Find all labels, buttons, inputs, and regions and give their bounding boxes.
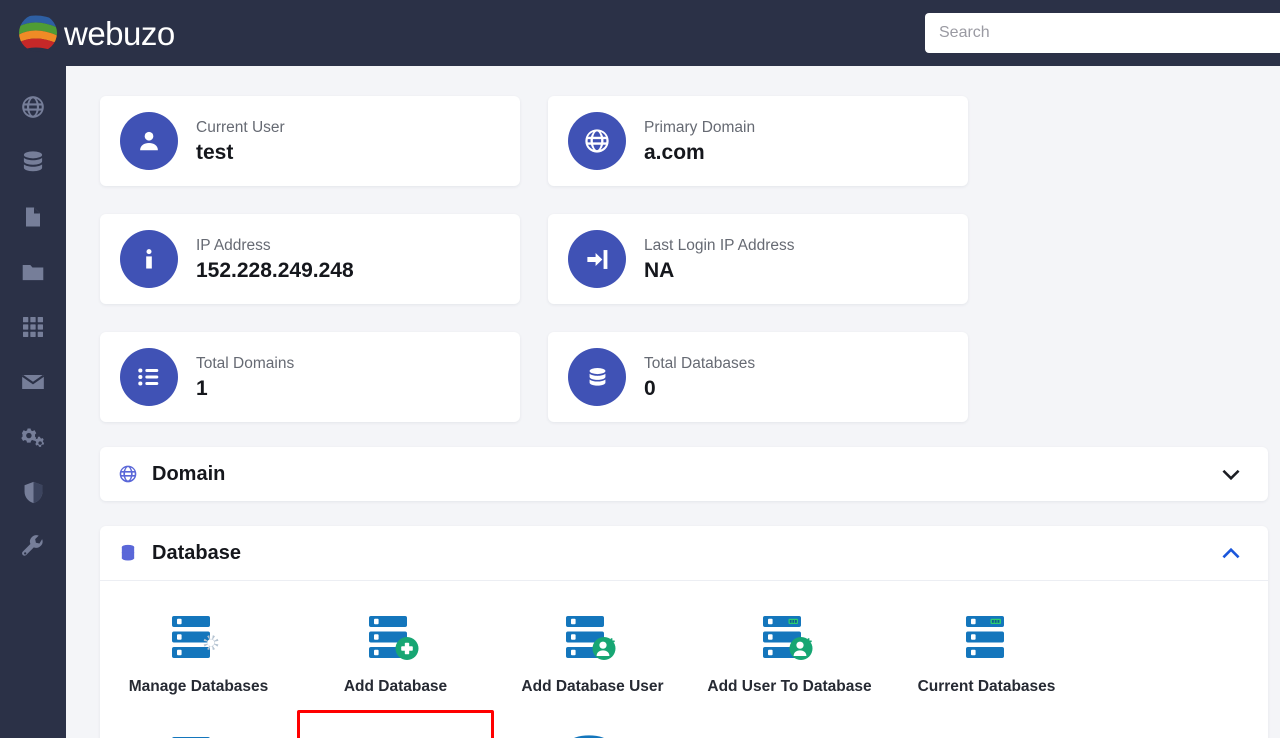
sidebar-item-tools[interactable]: [0, 522, 66, 577]
stat-card-value: 1: [196, 375, 294, 402]
info-icon: [120, 230, 178, 288]
tile-current-database-users[interactable]: Current Database Users: [100, 710, 297, 738]
list-icon: [120, 348, 178, 406]
tile-add-database[interactable]: Add Database: [297, 589, 494, 710]
tile-label: Add Database: [344, 676, 447, 697]
panel-title: Database: [152, 542, 1218, 565]
stat-card-value: NA: [644, 257, 795, 284]
stat-card-value: 152.228.249.248: [196, 257, 354, 284]
globe-icon: [20, 94, 46, 125]
envelope-icon: [20, 369, 46, 400]
gears-icon: [20, 424, 46, 455]
panel-database: Database: [100, 526, 1268, 738]
database-icon: [118, 543, 138, 563]
sidebar-item-database[interactable]: [0, 137, 66, 192]
database-icon: [20, 149, 46, 180]
panel-title: Domain: [152, 463, 1218, 486]
user-icon: [120, 112, 178, 170]
stat-card-value: test: [196, 139, 285, 166]
database-icon: [568, 348, 626, 406]
database-plug-icon: [562, 729, 624, 738]
stat-card-label: IP Address: [196, 234, 354, 257]
tile-label: Current Databases: [918, 676, 1056, 697]
database-tile-grid: Manage Databases: [100, 589, 1268, 738]
stat-card-primary-domain: Primary Domain a.com: [548, 96, 968, 186]
tile-manage-databases[interactable]: Manage Databases: [100, 589, 297, 710]
stat-card-total-databases: Total Databases 0: [548, 332, 968, 422]
stat-card-label: Total Databases: [644, 352, 755, 375]
stat-card-total-domains: Total Domains 1: [100, 332, 520, 422]
server-icon: [956, 608, 1018, 666]
stat-card-last-login-ip: Last Login IP Address NA: [548, 214, 968, 304]
stat-card-label: Current User: [196, 116, 285, 139]
tile-add-database-user[interactable]: Add Database User: [494, 589, 691, 710]
sidebar-item-apps[interactable]: [0, 302, 66, 357]
server-gear-icon: [168, 608, 230, 666]
login-arrow-icon: [568, 230, 626, 288]
search-input[interactable]: [925, 13, 1280, 53]
tile-current-databases[interactable]: Current Databases: [888, 589, 1085, 710]
server-user-icon: [168, 729, 230, 738]
chevron-down-icon[interactable]: [1218, 461, 1244, 487]
globe-icon: [568, 112, 626, 170]
tile-label: Add Database User: [521, 676, 663, 697]
webuzo-globe-logo-icon: [16, 11, 60, 55]
sidebar-item-email[interactable]: [0, 357, 66, 412]
wrench-icon: [21, 535, 46, 565]
tile-phpmyadmin[interactable]: php MyAdmin phpMyAdmin: [297, 710, 494, 738]
sidebar-item-folders[interactable]: [0, 247, 66, 302]
grid-icon: [21, 315, 45, 344]
stat-card-current-user: Current User test: [100, 96, 520, 186]
panel-domain-header[interactable]: Domain: [100, 447, 1268, 501]
tile-remote-mysql-access[interactable]: Remote Mysql Access: [494, 710, 691, 738]
server-user-add-icon: [562, 608, 624, 666]
stat-card-label: Total Domains: [196, 352, 294, 375]
panel-database-header[interactable]: Database: [100, 526, 1268, 580]
panel-database-body: Manage Databases: [100, 580, 1268, 738]
panel-domain: Domain: [100, 447, 1268, 501]
brand-logo[interactable]: webuzo: [16, 11, 175, 55]
tile-label: Add User To Database: [707, 676, 871, 697]
sidebar-item-domains[interactable]: [0, 82, 66, 137]
server-plus-icon: [365, 608, 427, 666]
sidebar-item-security[interactable]: [0, 467, 66, 522]
globe-icon: [118, 464, 138, 484]
server-user-add-icon: [759, 608, 821, 666]
phpmyadmin-logo-icon: php MyAdmin: [356, 729, 436, 738]
stat-card-label: Last Login IP Address: [644, 234, 795, 257]
stat-card-grid: Current User test Primary Domain a.com I…: [100, 96, 1280, 422]
file-icon: [21, 205, 45, 234]
stat-card-ip-address: IP Address 152.228.249.248: [100, 214, 520, 304]
sidebar: [0, 66, 66, 738]
top-bar: webuzo: [0, 0, 1280, 66]
stat-card-value: 0: [644, 375, 755, 402]
tile-add-user-to-database[interactable]: Add User To Database: [691, 589, 888, 710]
shield-icon: [21, 480, 46, 510]
tile-label: Manage Databases: [129, 676, 269, 697]
sidebar-item-settings[interactable]: [0, 412, 66, 467]
stat-card-label: Primary Domain: [644, 116, 755, 139]
sidebar-item-files[interactable]: [0, 192, 66, 247]
stat-card-value: a.com: [644, 139, 755, 166]
folder-icon: [20, 259, 46, 290]
main-content: Current User test Primary Domain a.com I…: [66, 66, 1280, 738]
brand-name: webuzo: [64, 17, 175, 50]
chevron-up-icon[interactable]: [1218, 540, 1244, 566]
